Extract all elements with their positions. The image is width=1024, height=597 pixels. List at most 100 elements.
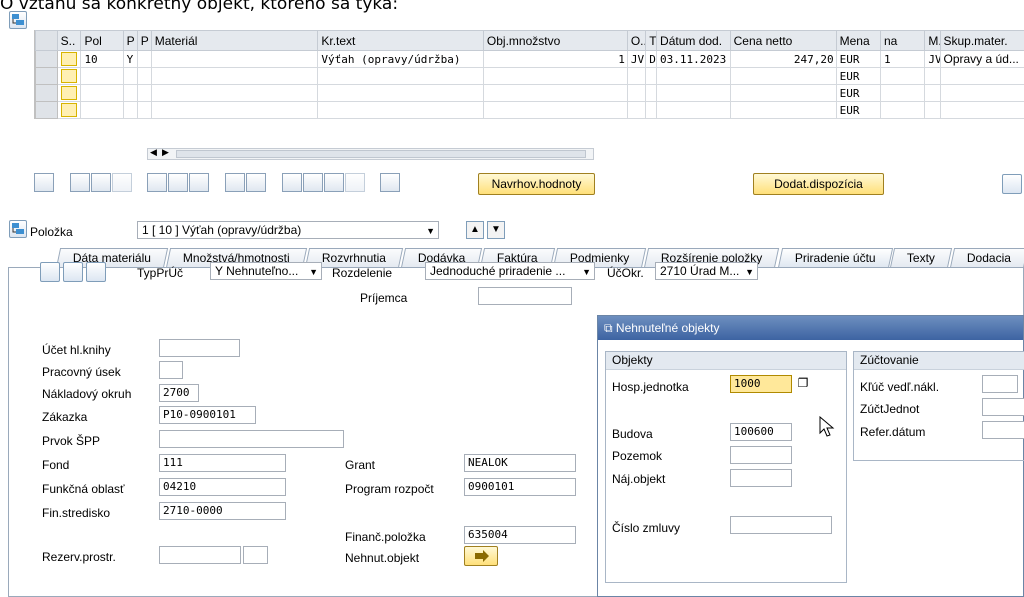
contract-number-field[interactable] [730,516,832,534]
quantity-cell[interactable] [482,84,628,102]
table-row[interactable]: EUR [35,101,1024,119]
tab-texts[interactable]: Texty [890,248,953,268]
cost-key-field[interactable] [982,375,1018,393]
material-group-cell[interactable] [939,101,1024,119]
per-cell[interactable] [879,84,926,102]
m-cell[interactable] [924,67,941,85]
scroll-right-icon[interactable]: ▶ [162,147,169,158]
grid-view-icon[interactable] [40,262,60,282]
m-cell[interactable] [924,101,941,119]
p2-cell[interactable] [136,84,152,102]
availability-button[interactable]: Dodat.dispozícia [753,173,884,195]
clipboard-icon[interactable] [380,173,401,192]
col-header[interactable]: O... [626,30,647,51]
headset-icon[interactable] [1002,174,1022,194]
row-selector[interactable] [35,84,58,102]
select-block-icon[interactable] [111,173,132,192]
grant-field[interactable]: NEALOK [464,454,576,472]
t-cell[interactable]: D [645,50,658,68]
col-header[interactable]: Pol [80,30,124,51]
quantity-cell[interactable]: 1 [482,50,628,68]
material-group-cell[interactable] [939,67,1024,85]
price-cell[interactable]: 247,20 [729,50,837,68]
fund-field[interactable]: 111 [159,454,286,472]
price-cell[interactable] [729,101,837,119]
p2-cell[interactable] [136,101,152,119]
material-cell[interactable] [150,50,319,68]
item-up-icon[interactable]: ▲ [466,221,484,239]
currency-cell[interactable]: EUR [835,84,882,102]
value-help-icon[interactable]: ❐ [795,376,811,392]
col-header[interactable]: S.. [56,30,82,51]
col-header[interactable]: Mena [835,30,882,51]
per-cell[interactable] [879,67,926,85]
col-header[interactable]: Skup.mater. [939,30,1024,51]
expand-toggle-icon[interactable] [9,11,27,29]
co-area-dropdown[interactable]: 2710 Úrad M... [655,262,758,280]
popup-title-bar[interactable]: ⧉ Nehnuteľné objekty [598,316,1023,340]
wbs-field[interactable] [159,430,344,448]
status-cell[interactable] [56,50,82,68]
budget-program-field[interactable]: 0900101 [464,478,576,496]
unlock-icon[interactable] [189,173,210,192]
settlement-unit-field[interactable] [982,398,1024,416]
currency-cell[interactable]: EUR [835,67,882,85]
col-header[interactable]: P [136,30,152,51]
p2-cell[interactable] [136,67,152,85]
sort-asc-icon[interactable] [281,173,302,192]
t-cell[interactable] [645,67,658,85]
col-header[interactable]: Kr.text [317,30,484,51]
order-field[interactable]: P10-0900101 [159,406,256,424]
price-cell[interactable] [729,84,837,102]
unit-cell[interactable]: JV [626,50,647,68]
rental-object-field[interactable] [730,469,792,487]
col-header[interactable]: Cena netto [729,30,837,51]
col-header[interactable]: na [879,30,926,51]
quantity-cell[interactable] [482,67,628,85]
table-row[interactable]: EUR [35,67,1024,85]
filter-icon[interactable] [323,173,344,192]
col-header[interactable]: Dátum dod. [656,30,731,51]
functional-area-field[interactable]: 04210 [159,478,286,496]
col-header[interactable]: Materiál [150,30,319,51]
land-field[interactable] [730,446,792,464]
unit-cell[interactable] [626,67,647,85]
filter-off-icon[interactable] [344,173,365,192]
p1-cell[interactable]: Y [122,50,138,68]
copy-icon[interactable] [225,173,246,192]
status-cell[interactable] [56,84,82,102]
price-cell[interactable] [729,67,837,85]
select-all-icon[interactable] [69,173,90,192]
pol-cell[interactable] [80,84,124,102]
pol-cell[interactable] [80,67,124,85]
m-cell[interactable] [924,84,941,102]
material-cell[interactable] [150,101,319,119]
cost-center-field[interactable]: 2700 [159,384,199,402]
date-cell[interactable] [656,84,731,102]
table-row[interactable]: EUR [35,84,1024,102]
date-cell[interactable]: 03.11.2023 [656,50,731,68]
building-field[interactable]: 100600 [730,423,792,441]
deselect-all-icon[interactable] [90,173,111,192]
lock-icon[interactable] [168,173,189,192]
unit-cell[interactable] [626,101,647,119]
short-text-cell[interactable] [317,67,484,85]
tab-account-assignment[interactable]: Priradenie účtu [777,248,893,268]
item-down-icon[interactable]: ▼ [487,221,505,239]
short-text-cell[interactable] [317,84,484,102]
material-group-cell[interactable]: Opravy a úd... [939,50,1024,68]
sort-desc-icon[interactable] [302,173,323,192]
distribution-dropdown[interactable]: Jednoduché priradenie ... [425,262,595,280]
earmarked-funds-field[interactable] [159,546,241,564]
date-cell[interactable] [656,101,731,119]
table-settings-icon[interactable] [246,173,267,192]
funds-center-field[interactable]: 2710-0000 [159,502,286,520]
t-cell[interactable] [645,84,658,102]
row-selector-header[interactable] [35,30,58,51]
p2-cell[interactable] [136,50,152,68]
propose-values-button[interactable]: Navrhov.hodnoty [478,173,595,195]
currency-cell[interactable]: EUR [835,50,882,68]
details-icon[interactable] [34,173,54,192]
quantity-cell[interactable] [482,101,628,119]
acct-cat-dropdown[interactable]: Y Nehnuteľno... [210,262,322,280]
